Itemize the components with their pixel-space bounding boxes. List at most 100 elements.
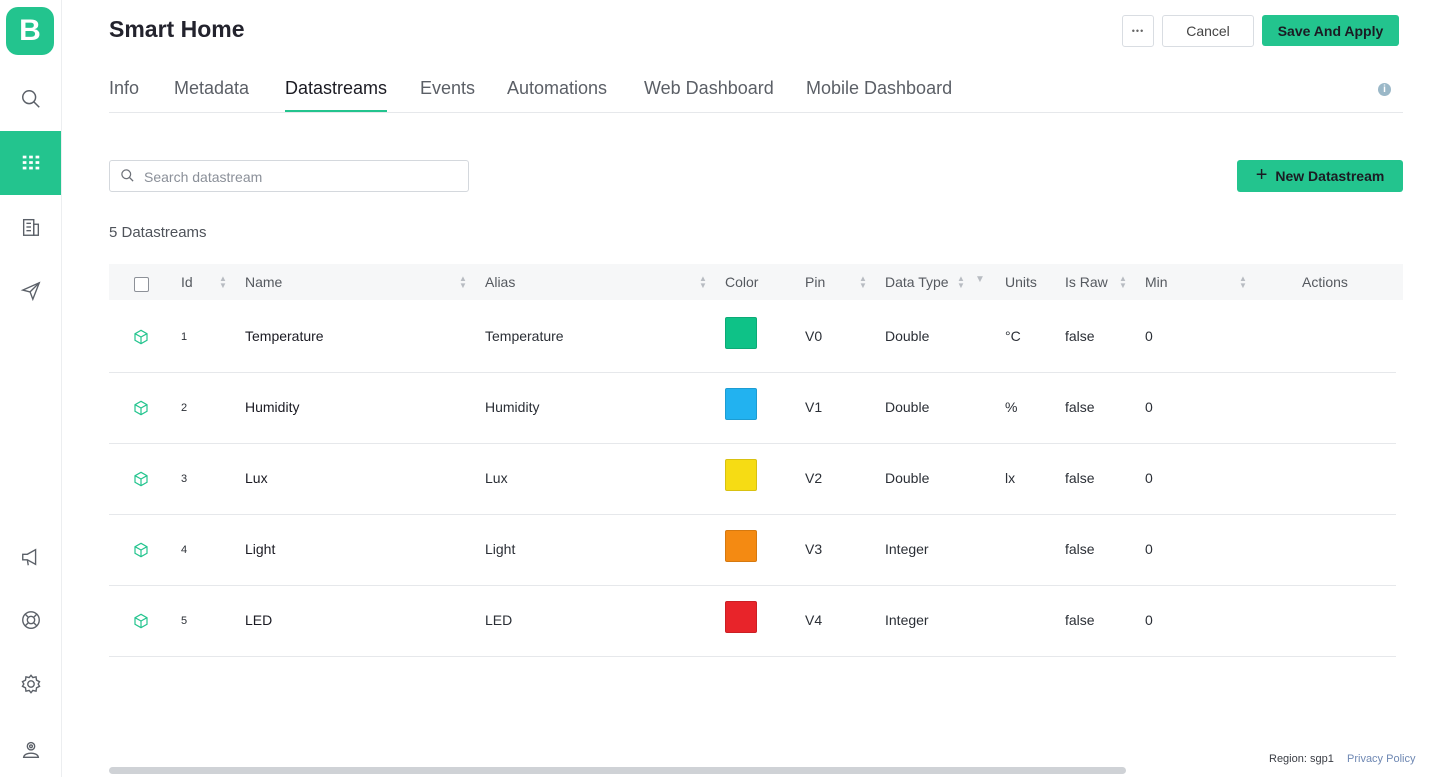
sort-icon[interactable]: ▲ ▼: [699, 275, 707, 290]
grid-icon: [22, 155, 39, 170]
cell-id: 4: [181, 544, 188, 556]
tab-bar: Info Metadata Datastreams Events Automat…: [109, 72, 1403, 113]
cell-alias: LED: [485, 612, 513, 628]
cell-pin: V4: [805, 612, 823, 628]
cube-icon: [134, 542, 148, 558]
cell-units: lx: [1005, 470, 1016, 486]
blynk-logo[interactable]: B: [6, 7, 54, 55]
sidebar-item-profile[interactable]: [0, 717, 61, 781]
cell-pin: V0: [805, 328, 823, 344]
color-swatch: [725, 388, 757, 420]
logo-letter: B: [19, 14, 41, 47]
tab-events[interactable]: Events: [420, 78, 475, 110]
sort-icon[interactable]: ▲ ▼: [459, 275, 467, 290]
sidebar-item-templates[interactable]: [0, 131, 61, 195]
save-and-apply-button[interactable]: Save And Apply: [1262, 15, 1399, 46]
gear-icon: [21, 674, 40, 694]
color-swatch: [725, 317, 757, 349]
info-icon[interactable]: i: [1378, 83, 1391, 96]
column-header-pin[interactable]: Pin: [805, 274, 825, 290]
cell-units: °C: [1005, 328, 1021, 344]
cell-is-raw: false: [1065, 612, 1095, 628]
sidebar-item-search[interactable]: [0, 67, 61, 131]
cell-id: 1: [181, 331, 188, 343]
cell-min: 0: [1145, 399, 1153, 415]
horizontal-scrollbar[interactable]: [109, 767, 1126, 774]
cell-name: LED: [245, 612, 273, 628]
cell-min: 0: [1145, 612, 1153, 628]
cell-is-raw: false: [1065, 399, 1095, 415]
cell-data-type: Integer: [885, 612, 929, 628]
cell-data-type: Integer: [885, 541, 929, 557]
tab-mobile-dashboard[interactable]: Mobile Dashboard: [806, 78, 952, 110]
cell-name: Humidity: [245, 399, 300, 415]
column-header-units: Units: [1005, 274, 1037, 290]
cube-icon: [134, 400, 148, 416]
more-options-button[interactable]: •••: [1122, 15, 1154, 47]
tab-web-dashboard[interactable]: Web Dashboard: [644, 78, 774, 110]
column-header-name[interactable]: Name: [245, 274, 282, 290]
cell-alias: Light: [485, 541, 516, 557]
sidebar-item-send[interactable]: [0, 259, 61, 323]
table-row[interactable]: 4 Light Light V3 Integer false 0: [109, 514, 1396, 586]
table-row[interactable]: 1 Temperature Temperature V0 Double °C f…: [109, 301, 1396, 373]
sort-icon[interactable]: ▲ ▼: [957, 275, 965, 290]
column-header-actions: Actions: [1302, 274, 1348, 290]
cell-pin: V3: [805, 541, 823, 557]
region-label: Region: sgp1: [1269, 753, 1334, 765]
tab-info[interactable]: Info: [109, 78, 139, 110]
select-all-checkbox[interactable]: [134, 277, 149, 292]
tab-metadata[interactable]: Metadata: [174, 78, 249, 110]
column-header-min[interactable]: Min: [1145, 274, 1168, 290]
search-box: [109, 160, 469, 193]
cell-id: 3: [181, 473, 188, 485]
sidebar-item-settings[interactable]: [0, 652, 61, 716]
color-swatch: [725, 530, 757, 562]
sort-icon[interactable]: ▲ ▼: [1239, 275, 1247, 290]
column-header-color: Color: [725, 274, 759, 290]
tab-datastreams[interactable]: Datastreams: [285, 78, 388, 112]
cell-pin: V1: [805, 399, 823, 415]
cell-is-raw: false: [1065, 328, 1095, 344]
column-header-alias[interactable]: Alias: [485, 274, 515, 290]
send-icon: [20, 281, 40, 302]
privacy-policy-link[interactable]: Privacy Policy: [1347, 753, 1415, 765]
cell-name: Light: [245, 541, 276, 557]
sort-icon[interactable]: ▲ ▼: [219, 275, 227, 290]
cell-is-raw: false: [1065, 470, 1095, 486]
ellipsis-icon: •••: [1131, 26, 1145, 36]
column-header-is-raw[interactable]: Is Raw: [1065, 274, 1108, 290]
search-datastream-input[interactable]: [142, 161, 466, 193]
cell-alias: Lux: [485, 470, 508, 486]
cell-pin: V2: [805, 470, 823, 486]
new-datastream-label: New Datastream: [1275, 168, 1385, 184]
plus-icon: +: [1255, 163, 1268, 186]
cell-min: 0: [1145, 328, 1153, 344]
cancel-button[interactable]: Cancel: [1162, 15, 1254, 47]
sort-icon[interactable]: ▲ ▼: [1119, 275, 1127, 290]
sidebar-item-announcements[interactable]: [0, 525, 61, 589]
page-title: Smart Home: [109, 16, 245, 42]
new-datastream-button[interactable]: + New Datastream: [1237, 160, 1403, 192]
sidebar-item-organizations[interactable]: [0, 195, 61, 259]
cell-id: 2: [181, 402, 188, 414]
cell-data-type: Double: [885, 328, 930, 344]
building-icon: [22, 218, 39, 236]
sidebar-item-help[interactable]: [0, 588, 61, 652]
cell-name: Lux: [245, 470, 268, 486]
search-icon: [21, 90, 40, 108]
table-row[interactable]: 2 Humidity Humidity V1 Double % false 0: [109, 372, 1396, 444]
filter-icon[interactable]: ▼: [975, 275, 985, 290]
column-header-id[interactable]: Id: [181, 274, 193, 290]
cell-alias: Temperature: [485, 328, 564, 344]
column-header-data-type[interactable]: Data Type: [885, 274, 949, 290]
table-row[interactable]: 3 Lux Lux V2 Double lx false 0: [109, 443, 1396, 515]
cell-units: %: [1005, 399, 1018, 415]
tab-automations[interactable]: Automations: [507, 78, 607, 110]
sort-icon[interactable]: ▲ ▼: [859, 275, 867, 290]
megaphone-icon: [21, 548, 36, 566]
cube-icon: [134, 329, 148, 345]
table-row[interactable]: 5 LED LED V4 Integer false 0: [109, 585, 1396, 657]
lifebuoy-icon: [21, 611, 40, 629]
datastream-count: 5 Datastreams: [109, 224, 207, 241]
